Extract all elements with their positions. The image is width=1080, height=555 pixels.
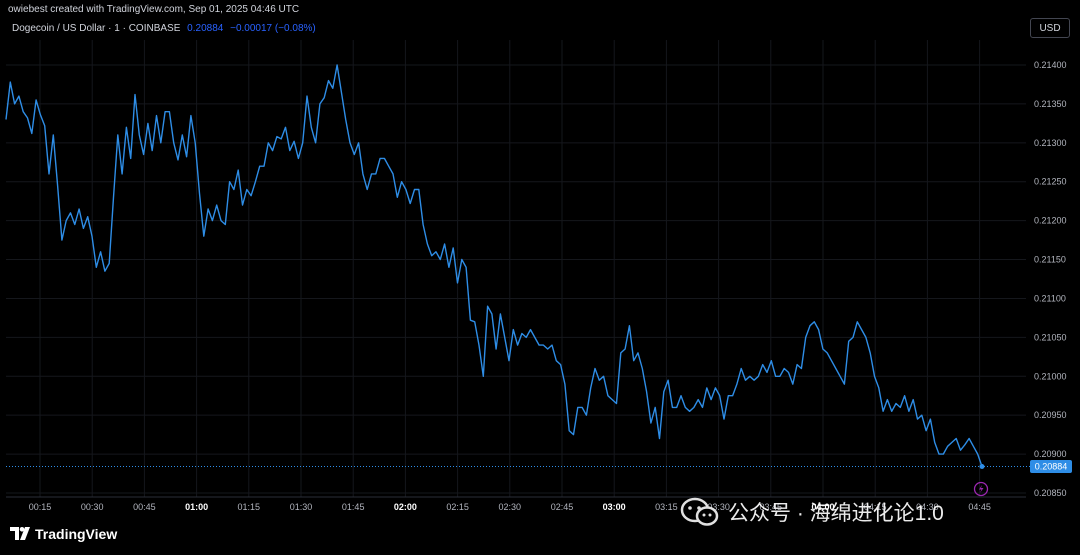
- last-price-dot: [979, 464, 985, 470]
- price-tick-label: 0.21300: [1034, 138, 1067, 148]
- wechat-icon: [680, 497, 720, 527]
- time-tick-label: 03:00: [603, 502, 626, 512]
- tradingview-brand[interactable]: TradingView: [10, 526, 117, 542]
- chart-grid: [6, 40, 1026, 497]
- time-tick-label: 03:15: [655, 502, 678, 512]
- time-tick-label: 02:30: [499, 502, 522, 512]
- time-tick-label: 01:15: [238, 502, 261, 512]
- watermark: 公众号 · 海绵进化论1.0: [680, 497, 944, 527]
- time-tick-label: 01:00: [185, 502, 208, 512]
- time-tick-label: 02:00: [394, 502, 417, 512]
- price-tick-label: 0.21000: [1034, 371, 1067, 381]
- price-tick-label: 0.20900: [1034, 449, 1067, 459]
- price-chart[interactable]: 0.20850 0.20900 0.20950 0.21000 0.21050 0.211…: [0, 0, 1080, 555]
- lightning-icon[interactable]: [973, 481, 989, 497]
- price-axis: 0.20850 0.20900 0.20950 0.21000 0.21050 0.211…: [1034, 60, 1067, 498]
- time-tick-label: 04:45: [968, 502, 991, 512]
- price-tick-label: 0.20950: [1034, 410, 1067, 420]
- last-price-label: 0.20884: [1030, 460, 1072, 474]
- time-tick-label: 00:45: [133, 502, 156, 512]
- price-series-line: [5, 64, 983, 467]
- time-tick-label: 02:45: [551, 502, 574, 512]
- price-tick-label: 0.21250: [1034, 177, 1067, 187]
- time-tick-label: 00:15: [29, 502, 52, 512]
- brand-name: TradingView: [35, 526, 118, 542]
- price-tick-label: 0.21150: [1034, 255, 1066, 265]
- price-tick-label: 0.20850: [1034, 488, 1067, 498]
- price-tick-label: 0.21100: [1034, 293, 1066, 303]
- time-tick-label: 01:30: [290, 502, 313, 512]
- time-tick-label: 02:15: [446, 502, 469, 512]
- price-tick-label: 0.21200: [1034, 216, 1067, 226]
- price-tick-label: 0.21350: [1034, 99, 1067, 109]
- watermark-text: 公众号 · 海绵进化论1.0: [728, 502, 944, 525]
- svg-text:0.20884: 0.20884: [1035, 462, 1068, 472]
- time-tick-label: 00:30: [81, 502, 104, 512]
- tradingview-logo-icon: [10, 527, 30, 540]
- price-tick-label: 0.21050: [1034, 332, 1067, 342]
- price-tick-label: 0.21400: [1034, 60, 1067, 70]
- time-tick-label: 01:45: [342, 502, 365, 512]
